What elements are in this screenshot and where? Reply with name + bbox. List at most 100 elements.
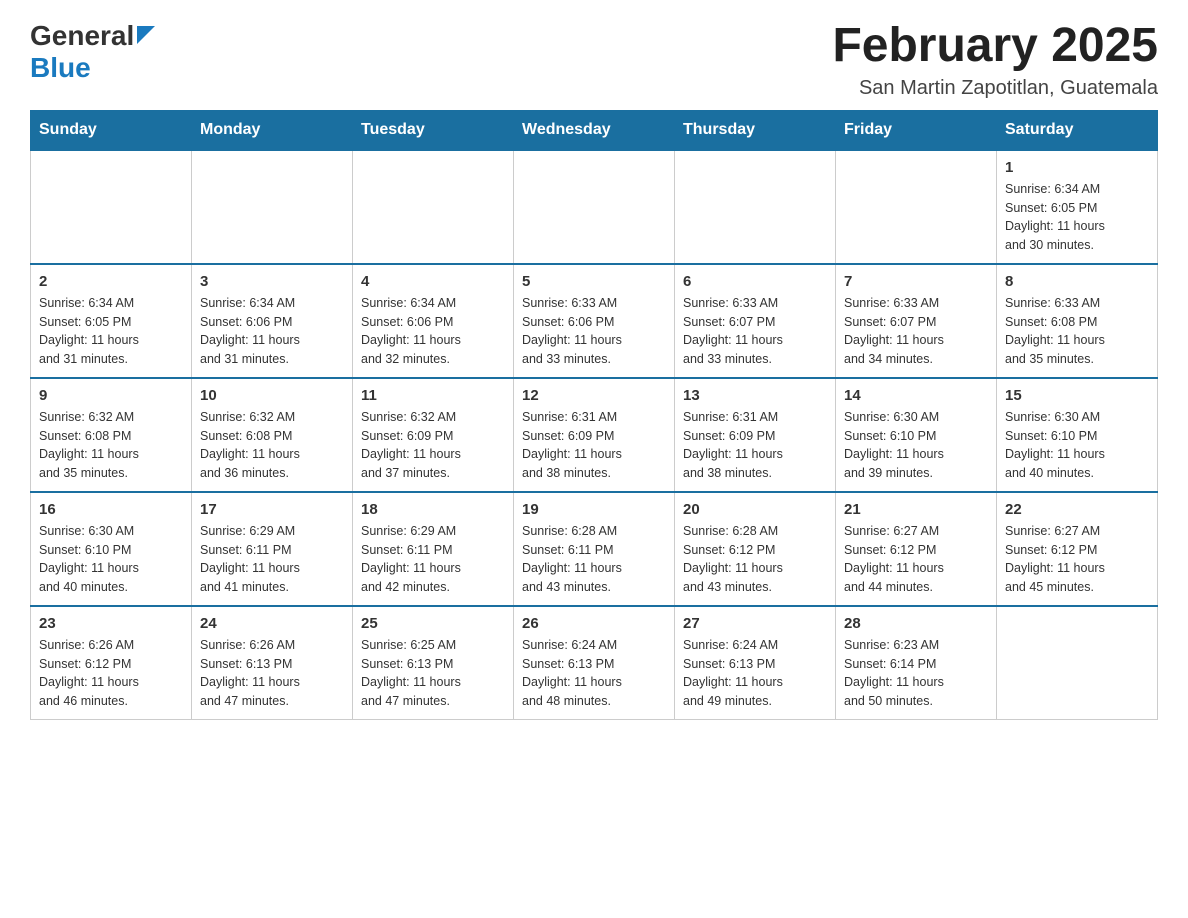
day-info: Sunrise: 6:34 AMSunset: 6:06 PMDaylight:… [200, 294, 344, 369]
calendar-cell: 28Sunrise: 6:23 AMSunset: 6:14 PMDayligh… [836, 606, 997, 720]
calendar-cell: 24Sunrise: 6:26 AMSunset: 6:13 PMDayligh… [192, 606, 353, 720]
calendar-cell: 27 Sunrise: 6:24 AMSunset: 6:13 PMDayligh… [675, 606, 836, 720]
day-info: Sunrise: 6:33 AMSunset: 6:07 PMDaylight:… [844, 294, 988, 369]
day-info: Sunrise: 6:33 AMSunset: 6:06 PMDaylight:… [522, 294, 666, 369]
day-info: Sunrise: 6:27 AMSunset: 6:12 PMDaylight:… [1005, 522, 1149, 597]
day-info: Sunrise: 6:32 AMSunset: 6:08 PMDaylight:… [200, 408, 344, 483]
day-number: 14 [844, 387, 988, 404]
day-number: 26 [522, 615, 666, 632]
day-info: Sunrise: 6:25 AMSunset: 6:13 PMDaylight:… [361, 636, 505, 711]
day-number: 12 [522, 387, 666, 404]
calendar-header-row: SundayMondayTuesdayWednesdayThursdayFrid… [31, 110, 1158, 150]
calendar-subtitle: San Martin Zapotitlan, Guatemala [832, 77, 1158, 100]
day-number: 21 [844, 501, 988, 518]
day-number: 11 [361, 387, 505, 404]
calendar-cell [675, 150, 836, 264]
day-info: Sunrise: 6:24 AMSunset: 6:13 PMDaylight:… [683, 636, 827, 711]
day-info: Sunrise: 6:26 AMSunset: 6:12 PMDaylight:… [39, 636, 183, 711]
day-info: Sunrise: 6:33 AMSunset: 6:08 PMDaylight:… [1005, 294, 1149, 369]
day-info: Sunrise: 6:31 AMSunset: 6:09 PMDaylight:… [522, 408, 666, 483]
day-number: 16 [39, 501, 183, 518]
calendar-cell: 7 Sunrise: 6:33 AMSunset: 6:07 PMDaylight… [836, 264, 997, 378]
calendar-cell: 1 Sunrise: 6:34 AMSunset: 6:05 PMDaylight… [997, 150, 1158, 264]
day-of-week-header: Tuesday [353, 110, 514, 150]
day-number: 25 [361, 615, 505, 632]
calendar-cell: 21 Sunrise: 6:27 AMSunset: 6:12 PMDayligh… [836, 492, 997, 606]
calendar-cell: 11Sunrise: 6:32 AMSunset: 6:09 PMDayligh… [353, 378, 514, 492]
calendar-week-row: 16 Sunrise: 6:30 AMSunset: 6:10 PMDayligh… [31, 492, 1158, 606]
calendar-cell [31, 150, 192, 264]
day-of-week-header: Sunday [31, 110, 192, 150]
day-of-week-header: Thursday [675, 110, 836, 150]
day-number: 7 [844, 273, 988, 290]
calendar-cell: 19 Sunrise: 6:28 AMSunset: 6:11 PMDayligh… [514, 492, 675, 606]
calendar-cell: 16 Sunrise: 6:30 AMSunset: 6:10 PMDayligh… [31, 492, 192, 606]
calendar-cell: 6 Sunrise: 6:33 AMSunset: 6:07 PMDaylight… [675, 264, 836, 378]
calendar-week-row: 1 Sunrise: 6:34 AMSunset: 6:05 PMDaylight… [31, 150, 1158, 264]
calendar-week-row: 9 Sunrise: 6:32 AMSunset: 6:08 PMDaylight… [31, 378, 1158, 492]
day-info: Sunrise: 6:34 AMSunset: 6:05 PMDaylight:… [39, 294, 183, 369]
day-number: 17 [200, 501, 344, 518]
calendar-cell: 20Sunrise: 6:28 AMSunset: 6:12 PMDayligh… [675, 492, 836, 606]
day-number: 15 [1005, 387, 1149, 404]
calendar-cell: 26 Sunrise: 6:24 AMSunset: 6:13 PMDayligh… [514, 606, 675, 720]
calendar-cell [836, 150, 997, 264]
day-number: 4 [361, 273, 505, 290]
logo-arrow-icon [137, 26, 155, 49]
day-number: 13 [683, 387, 827, 404]
day-number: 6 [683, 273, 827, 290]
calendar-cell: 22 Sunrise: 6:27 AMSunset: 6:12 PMDayligh… [997, 492, 1158, 606]
calendar-cell: 14 Sunrise: 6:30 AMSunset: 6:10 PMDayligh… [836, 378, 997, 492]
calendar-cell [353, 150, 514, 264]
day-info: Sunrise: 6:28 AMSunset: 6:11 PMDaylight:… [522, 522, 666, 597]
title-section: February 2025 San Martin Zapotitlan, Gua… [832, 20, 1158, 100]
day-number: 22 [1005, 501, 1149, 518]
day-info: Sunrise: 6:34 AMSunset: 6:06 PMDaylight:… [361, 294, 505, 369]
logo-general: General [30, 20, 134, 52]
day-info: Sunrise: 6:29 AMSunset: 6:11 PMDaylight:… [361, 522, 505, 597]
calendar-cell: 9Sunrise: 6:32 AMSunset: 6:08 PMDaylight… [31, 378, 192, 492]
calendar-cell: 15Sunrise: 6:30 AMSunset: 6:10 PMDayligh… [997, 378, 1158, 492]
day-info: Sunrise: 6:34 AMSunset: 6:05 PMDaylight:… [1005, 180, 1149, 255]
day-info: Sunrise: 6:33 AMSunset: 6:07 PMDaylight:… [683, 294, 827, 369]
day-number: 2 [39, 273, 183, 290]
day-number: 20 [683, 501, 827, 518]
day-info: Sunrise: 6:24 AMSunset: 6:13 PMDaylight:… [522, 636, 666, 711]
day-of-week-header: Friday [836, 110, 997, 150]
calendar-cell: 3 Sunrise: 6:34 AMSunset: 6:06 PMDaylight… [192, 264, 353, 378]
calendar-cell: 18Sunrise: 6:29 AMSunset: 6:11 PMDayligh… [353, 492, 514, 606]
day-info: Sunrise: 6:30 AMSunset: 6:10 PMDaylight:… [844, 408, 988, 483]
calendar-cell: 17Sunrise: 6:29 AMSunset: 6:11 PMDayligh… [192, 492, 353, 606]
day-number: 10 [200, 387, 344, 404]
calendar-table: SundayMondayTuesdayWednesdayThursdayFrid… [30, 110, 1158, 720]
calendar-cell: 12 Sunrise: 6:31 AMSunset: 6:09 PMDayligh… [514, 378, 675, 492]
calendar-cell: 4 Sunrise: 6:34 AMSunset: 6:06 PMDaylight… [353, 264, 514, 378]
day-info: Sunrise: 6:27 AMSunset: 6:12 PMDaylight:… [844, 522, 988, 597]
day-info: Sunrise: 6:30 AMSunset: 6:10 PMDaylight:… [39, 522, 183, 597]
day-number: 24 [200, 615, 344, 632]
calendar-title: February 2025 [832, 20, 1158, 73]
day-number: 1 [1005, 159, 1149, 176]
day-number: 3 [200, 273, 344, 290]
day-number: 9 [39, 387, 183, 404]
day-number: 8 [1005, 273, 1149, 290]
day-of-week-header: Wednesday [514, 110, 675, 150]
calendar-cell: 8 Sunrise: 6:33 AMSunset: 6:08 PMDaylight… [997, 264, 1158, 378]
day-number: 27 [683, 615, 827, 632]
day-info: Sunrise: 6:31 AMSunset: 6:09 PMDaylight:… [683, 408, 827, 483]
calendar-cell [997, 606, 1158, 720]
calendar-cell: 2 Sunrise: 6:34 AMSunset: 6:05 PMDaylight… [31, 264, 192, 378]
day-number: 23 [39, 615, 183, 632]
page-header: General Blue February 2025 San Martin Za… [30, 20, 1158, 100]
day-of-week-header: Monday [192, 110, 353, 150]
calendar-week-row: 2 Sunrise: 6:34 AMSunset: 6:05 PMDaylight… [31, 264, 1158, 378]
day-of-week-header: Saturday [997, 110, 1158, 150]
calendar-cell: 13 Sunrise: 6:31 AMSunset: 6:09 PMDayligh… [675, 378, 836, 492]
logo-blue: Blue [30, 52, 91, 83]
day-number: 19 [522, 501, 666, 518]
day-number: 5 [522, 273, 666, 290]
calendar-cell [192, 150, 353, 264]
calendar-cell: 25 Sunrise: 6:25 AMSunset: 6:13 PMDayligh… [353, 606, 514, 720]
day-number: 28 [844, 615, 988, 632]
calendar-cell: 23 Sunrise: 6:26 AMSunset: 6:12 PMDayligh… [31, 606, 192, 720]
